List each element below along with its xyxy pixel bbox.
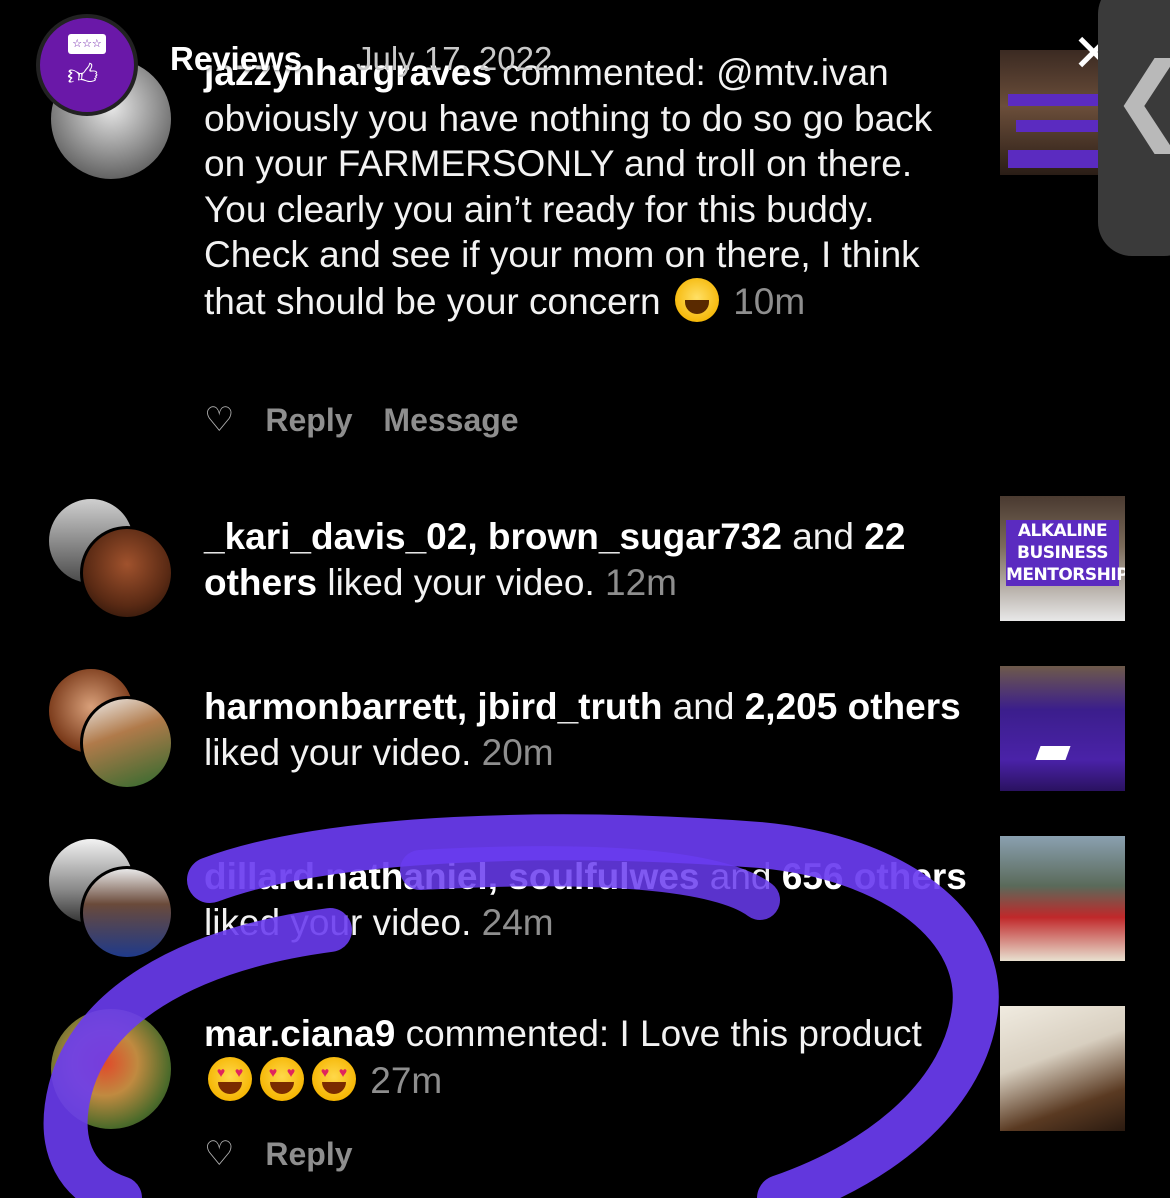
- brand-logo: [1035, 746, 1071, 760]
- like-conjunction: and: [699, 856, 782, 897]
- like-conjunction: and: [781, 516, 865, 557]
- heart-eye: ♥: [268, 1063, 278, 1080]
- thumbnail-banner: [1016, 120, 1108, 132]
- heart-eye: ♥: [234, 1063, 244, 1080]
- video-thumbnail[interactable]: [1000, 666, 1125, 791]
- chevron-left-icon: ❮: [1110, 50, 1170, 146]
- comment-body: I Love this product: [619, 1013, 922, 1054]
- heart-eyes-emoji-icon: ♥ ♥: [312, 1056, 356, 1101]
- emoji-mouth: [270, 1081, 294, 1094]
- heart-icon[interactable]: ♡: [204, 401, 234, 439]
- user-avatar[interactable]: [48, 1006, 174, 1132]
- like-text: harmonbarrett, jbird_truth and 2,205 oth…: [204, 684, 974, 775]
- timestamp: 10m: [733, 280, 806, 322]
- side-drawer-tab[interactable]: ❮: [1098, 0, 1170, 256]
- like-others-count[interactable]: 2,205 others: [745, 686, 961, 727]
- comment-text: jazzynhargraves commented: @mtv.ivan obv…: [204, 50, 974, 324]
- heart-eye: ♥: [320, 1063, 330, 1080]
- comment-verb: commented:: [405, 1013, 620, 1054]
- like-suffix: liked your video.: [317, 561, 595, 603]
- like-text: _kari_davis_02, brown_sugar732 and 22 ot…: [204, 514, 974, 605]
- video-thumbnail[interactable]: [1000, 1006, 1125, 1131]
- review-thumbs-up-icon[interactable]: ☆☆☆ 👍︎: [36, 14, 138, 116]
- comment-username[interactable]: mar.ciana9: [204, 1013, 395, 1054]
- like-others-count[interactable]: 656 others: [782, 856, 967, 897]
- like-usernames[interactable]: dillard.nathaniel, soulfulwes: [204, 856, 699, 897]
- message-button[interactable]: Message: [383, 402, 518, 438]
- video-thumbnail[interactable]: ALKALINE BUSINESS MENTORSHIP: [1000, 496, 1125, 621]
- thumbnail-caption: ALKALINE BUSINESS MENTORSHIP: [1006, 520, 1125, 586]
- emoji-mouth: [684, 299, 709, 314]
- timestamp: 24m: [481, 901, 554, 943]
- like-conjunction: and: [662, 686, 745, 727]
- like-usernames[interactable]: _kari_davis_02, brown_sugar732: [204, 516, 782, 557]
- video-thumbnail[interactable]: [1000, 836, 1125, 961]
- heart-eye: ♥: [286, 1063, 296, 1080]
- thumbs-up-icon: 👍︎: [67, 59, 99, 92]
- heart-eye: ♥: [338, 1063, 348, 1080]
- timestamp: 27m: [370, 1059, 443, 1101]
- post-date: July 17, 2022: [356, 40, 553, 77]
- user-avatar-front[interactable]: [80, 526, 174, 620]
- like-text: dillard.nathaniel, soulfulwes and 656 ot…: [204, 854, 974, 945]
- user-avatar-front[interactable]: [80, 866, 174, 960]
- user-avatar-front[interactable]: [80, 696, 174, 790]
- laughing-emoji-icon: [674, 277, 719, 322]
- comment-actions: ♡ Reply Message: [204, 400, 541, 440]
- reply-button[interactable]: Reply: [265, 402, 352, 438]
- emoji-mouth: [322, 1081, 346, 1094]
- heart-eye: ♥: [216, 1063, 226, 1080]
- comment-actions: ♡ Reply: [204, 1134, 375, 1174]
- like-suffix: liked your video.: [204, 901, 472, 943]
- emoji-mouth: [218, 1081, 242, 1094]
- timestamp: 12m: [605, 561, 677, 603]
- reply-button[interactable]: Reply: [265, 1136, 352, 1172]
- page-title: Reviews: [170, 40, 303, 77]
- like-usernames[interactable]: harmonbarrett, jbird_truth: [204, 686, 662, 727]
- comment-text: mar.ciana9 commented: I Love this produc…: [204, 1011, 974, 1103]
- timestamp: 20m: [481, 731, 554, 773]
- heart-icon[interactable]: ♡: [204, 1135, 234, 1173]
- like-suffix: liked your video.: [204, 731, 472, 773]
- heart-eyes-emoji-icon: ♥ ♥: [260, 1056, 304, 1101]
- rating-stars-icon: ☆☆☆: [68, 34, 106, 54]
- heart-eyes-emoji-icon: ♥ ♥: [208, 1056, 252, 1101]
